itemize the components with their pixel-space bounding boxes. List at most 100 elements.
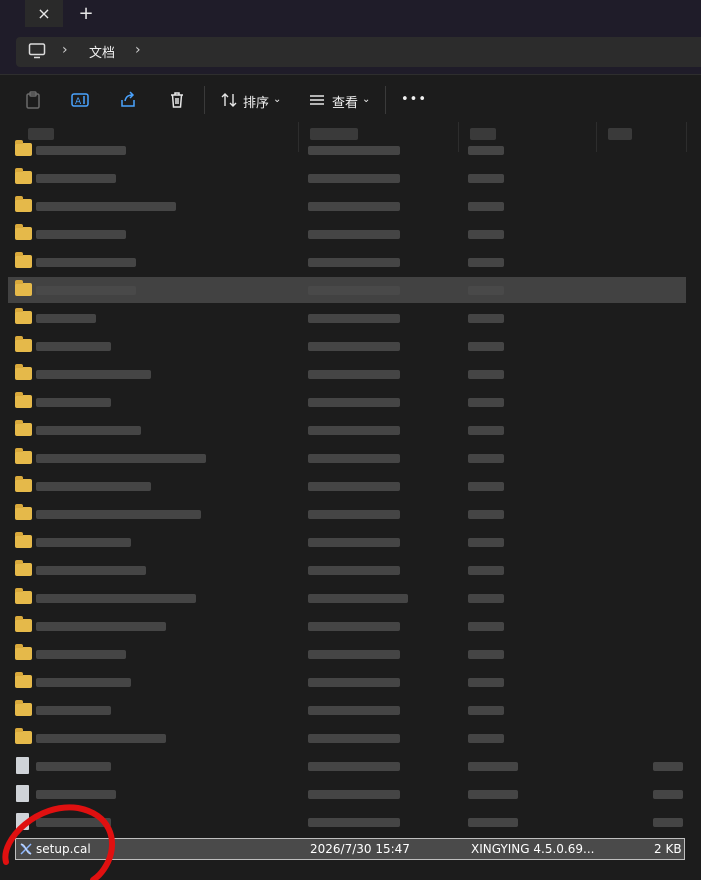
folder-row[interactable] (8, 613, 686, 639)
folder-icon (15, 700, 32, 716)
redacted-text (468, 258, 504, 267)
folder-icon (15, 616, 32, 632)
redacted-text (308, 202, 400, 211)
folder-row[interactable] (8, 529, 686, 555)
paste-icon[interactable] (23, 90, 43, 110)
toolbar-divider (204, 86, 205, 114)
redacted-text (36, 678, 131, 687)
redacted-text (36, 314, 96, 323)
new-tab-button[interactable]: + (72, 0, 100, 27)
folder-row[interactable] (8, 501, 686, 527)
folder-icon (15, 308, 32, 324)
redacted-text (308, 146, 400, 155)
redacted-text (36, 342, 111, 351)
folder-icon (15, 644, 32, 660)
redacted-text (36, 286, 136, 295)
delete-icon[interactable] (167, 90, 187, 110)
folder-icon (15, 532, 32, 548)
redacted-text (36, 146, 126, 155)
redacted-text (308, 762, 400, 771)
column-separator[interactable] (686, 122, 687, 152)
folder-row[interactable] (8, 585, 686, 611)
annotation-circle (2, 804, 115, 880)
tab-close-button[interactable]: × (25, 0, 63, 27)
redacted-text (468, 482, 504, 491)
folder-icon (15, 196, 32, 212)
folder-row[interactable] (8, 333, 686, 359)
chevron-right-icon[interactable]: › (135, 42, 141, 58)
folder-row[interactable] (8, 277, 686, 303)
folder-icon (15, 476, 32, 492)
redacted-text (36, 482, 151, 491)
rename-icon[interactable]: A (70, 90, 90, 110)
sort-icon[interactable] (219, 90, 239, 110)
redacted-text (468, 650, 504, 659)
breadcrumb-documents[interactable]: 文档 (89, 42, 115, 61)
close-icon: × (37, 4, 51, 23)
folder-row[interactable] (8, 193, 686, 219)
folder-row[interactable] (8, 361, 686, 387)
redacted-text (468, 706, 504, 715)
folder-row[interactable] (8, 557, 686, 583)
redacted-text (36, 650, 126, 659)
folder-row[interactable] (8, 165, 686, 191)
redacted-text (308, 370, 400, 379)
redacted-text (36, 202, 176, 211)
redacted-text (308, 286, 400, 295)
computer-icon[interactable] (28, 42, 46, 60)
folder-icon (15, 364, 32, 380)
folder-row[interactable] (8, 641, 686, 667)
folder-row[interactable] (8, 669, 686, 695)
plus-icon: + (78, 3, 94, 24)
folder-row[interactable] (8, 473, 686, 499)
address-bar[interactable] (16, 37, 701, 67)
redacted-text (468, 146, 504, 155)
folder-row[interactable] (8, 445, 686, 471)
folder-icon (15, 280, 32, 296)
redacted-text (308, 230, 400, 239)
redacted-text (468, 314, 504, 323)
folder-row[interactable] (8, 417, 686, 443)
folder-icon (15, 728, 32, 744)
redacted-text (468, 594, 504, 603)
folder-row[interactable] (8, 137, 686, 163)
redacted-text (468, 678, 504, 687)
view-icon[interactable] (307, 90, 327, 110)
chevron-down-icon[interactable]: ⌄ (362, 94, 370, 105)
folder-icon (15, 560, 32, 576)
more-options-button[interactable]: ••• (401, 92, 427, 107)
folder-row[interactable] (8, 221, 686, 247)
sort-button[interactable]: 排序 (243, 92, 269, 111)
redacted-text (36, 510, 201, 519)
file-size: 2 KB (654, 842, 682, 856)
folder-icon (15, 588, 32, 604)
redacted-text (468, 454, 504, 463)
file-row[interactable] (8, 753, 686, 779)
redacted-text (36, 706, 111, 715)
folder-row[interactable] (8, 305, 686, 331)
folder-icon (15, 336, 32, 352)
toolbar-divider (385, 86, 386, 114)
folder-row[interactable] (8, 389, 686, 415)
folder-icon (15, 140, 32, 156)
redacted-text (653, 762, 683, 771)
redacted-text (36, 174, 116, 183)
redacted-text (308, 734, 400, 743)
view-button[interactable]: 查看 (332, 92, 358, 111)
redacted-text (308, 482, 400, 491)
chevron-right-icon[interactable]: › (62, 42, 68, 58)
chevron-down-icon[interactable]: ⌄ (273, 94, 281, 105)
share-icon[interactable] (118, 90, 138, 110)
redacted-text (468, 230, 504, 239)
folder-row[interactable] (8, 725, 686, 751)
folder-row[interactable] (8, 697, 686, 723)
redacted-text (468, 286, 504, 295)
svg-text:A: A (75, 97, 82, 107)
folder-row[interactable] (8, 249, 686, 275)
redacted-text (308, 678, 400, 687)
redacted-text (653, 790, 683, 799)
folder-icon (15, 672, 32, 688)
redacted-text (468, 790, 518, 799)
redacted-text (468, 538, 504, 547)
folder-icon (15, 420, 32, 436)
